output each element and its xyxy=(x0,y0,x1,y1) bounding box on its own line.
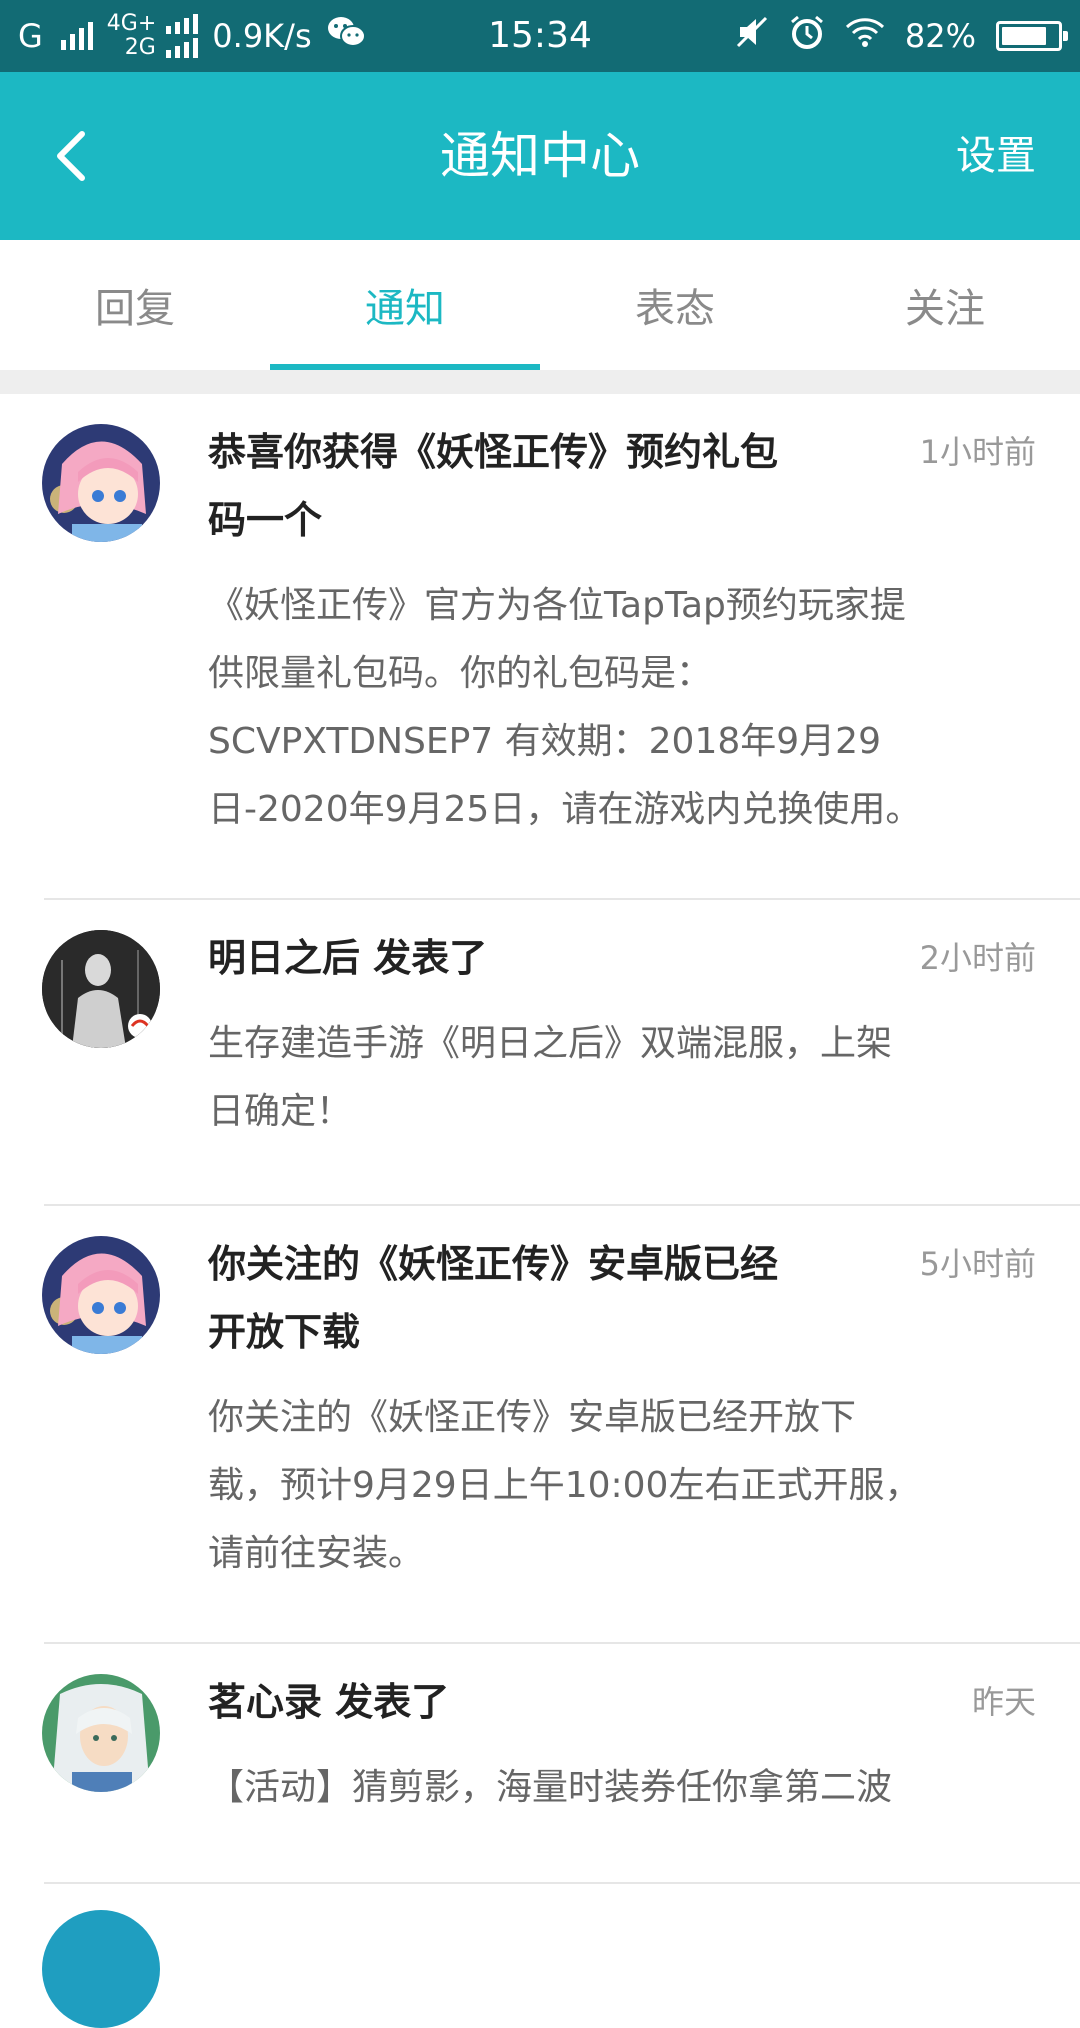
title-line: 你关注的《妖怪正传》安卓版已经 xyxy=(208,1242,779,1286)
body-line: 请前往安装。 xyxy=(208,1533,425,1574)
notification-body: 生存建造手游《明日之后》双端混服，上架 日确定！ xyxy=(208,1010,1040,1146)
carrier-1-label: G xyxy=(18,17,43,55)
section-separator xyxy=(0,370,1080,394)
network-type: 4G+ 2G xyxy=(106,11,199,60)
title-line: 茗心录 发表了 xyxy=(208,1680,450,1724)
notification-title: 你关注的《妖怪正传》安卓版已经 开放下载 xyxy=(208,1230,848,1366)
title-line: 码一个 xyxy=(208,498,323,542)
network-speed: 0.9K/s xyxy=(212,17,312,55)
notification-title: 茗心录 发表了 xyxy=(208,1668,848,1736)
body-line: 你关注的《妖怪正传》安卓版已经开放下 xyxy=(208,1397,857,1438)
notification-item[interactable]: 茗心录 发表了 昨天 【活动】猜剪影，海量时装券任你拿第二波 xyxy=(0,1644,1080,1884)
notification-body: 你关注的《妖怪正传》安卓版已经开放下 载，预计9月29日上午10:00左右正式开… xyxy=(208,1384,1040,1588)
notification-time: 昨天 xyxy=(971,1683,1036,1721)
tab-notification[interactable]: 通知 xyxy=(270,240,540,370)
tab-reply[interactable]: 回复 xyxy=(0,240,270,370)
page-title: 通知中心 xyxy=(440,127,640,185)
wifi-icon xyxy=(845,17,885,55)
body-line: 供限量礼包码。你的礼包码是： xyxy=(208,653,713,694)
settings-button[interactable]: 设置 xyxy=(956,72,1036,240)
status-right: 82% xyxy=(735,0,1068,72)
body-line: 日-2020年9月25日，请在游戏内兑换使用。 xyxy=(208,789,922,830)
notification-item[interactable] xyxy=(0,1884,1080,2028)
tab-follow[interactable]: 关注 xyxy=(810,240,1080,370)
signal-icon xyxy=(60,22,93,50)
avatar xyxy=(42,930,160,1048)
notification-time: 5小时前 xyxy=(919,1245,1036,1283)
status-bar: G 4G+ 2G 0.9K/s 15:34 82% xyxy=(0,0,1080,72)
app-header: 通知中心 设置 xyxy=(0,72,1080,240)
mute-icon xyxy=(735,15,769,57)
avatar xyxy=(42,1910,160,2028)
battery-percent: 82% xyxy=(904,17,976,55)
body-line: 《妖怪正传》官方为各位TapTap预约玩家提 xyxy=(208,585,906,626)
network-2g-label: 2G xyxy=(124,35,156,60)
title-line: 开放下载 xyxy=(208,1310,361,1354)
title-line: 明日之后 发表了 xyxy=(208,936,488,980)
signal-icon xyxy=(166,14,199,34)
signal-icon xyxy=(165,38,198,58)
tab-reaction[interactable]: 表态 xyxy=(540,240,810,370)
battery-level xyxy=(1002,27,1046,45)
title-line: 恭喜你获得《妖怪正传》预约礼包 xyxy=(208,430,779,474)
notification-time: 1小时前 xyxy=(919,433,1036,471)
notification-time: 2小时前 xyxy=(919,939,1036,977)
notification-list: 恭喜你获得《妖怪正传》预约礼包 码一个 1小时前 《妖怪正传》官方为各位TapT… xyxy=(0,394,1080,2028)
tab-bar: 回复 通知 表态 关注 xyxy=(0,240,1080,370)
notification-item[interactable]: 恭喜你获得《妖怪正传》预约礼包 码一个 1小时前 《妖怪正传》官方为各位TapT… xyxy=(0,394,1080,900)
body-line: 生存建造手游《明日之后》双端混服，上架 xyxy=(208,1023,893,1064)
battery-icon xyxy=(996,21,1068,51)
body-line: 载，预计9月29日上午10:00左右正式开服， xyxy=(208,1465,921,1506)
notification-item[interactable]: 你关注的《妖怪正传》安卓版已经 开放下载 5小时前 你关注的《妖怪正传》安卓版已… xyxy=(0,1206,1080,1644)
notification-body: 《妖怪正传》官方为各位TapTap预约玩家提 供限量礼包码。你的礼包码是： SC… xyxy=(208,572,1040,844)
avatar xyxy=(42,424,160,542)
alarm-icon xyxy=(789,14,825,58)
notification-item[interactable]: 明日之后 发表了 2小时前 生存建造手游《明日之后》双端混服，上架 日确定！ xyxy=(0,900,1080,1206)
network-4g-label: 4G+ xyxy=(106,11,157,36)
notification-title: 恭喜你获得《妖怪正传》预约礼包 码一个 xyxy=(208,418,848,554)
status-left: G 4G+ 2G 0.9K/s xyxy=(18,0,366,72)
body-line: 日确定！ xyxy=(208,1091,353,1132)
wechat-icon xyxy=(326,15,366,57)
body-line: SCVPXTDNSEP7 有效期：2018年9月29 xyxy=(208,721,881,762)
avatar xyxy=(42,1674,160,1792)
notification-body: 【活动】猜剪影，海量时装券任你拿第二波 xyxy=(208,1754,1040,1822)
avatar xyxy=(42,1236,160,1354)
body-line: 【活动】猜剪影，海量时装券任你拿第二波 xyxy=(208,1767,893,1808)
notification-title: 明日之后 发表了 xyxy=(208,924,848,992)
